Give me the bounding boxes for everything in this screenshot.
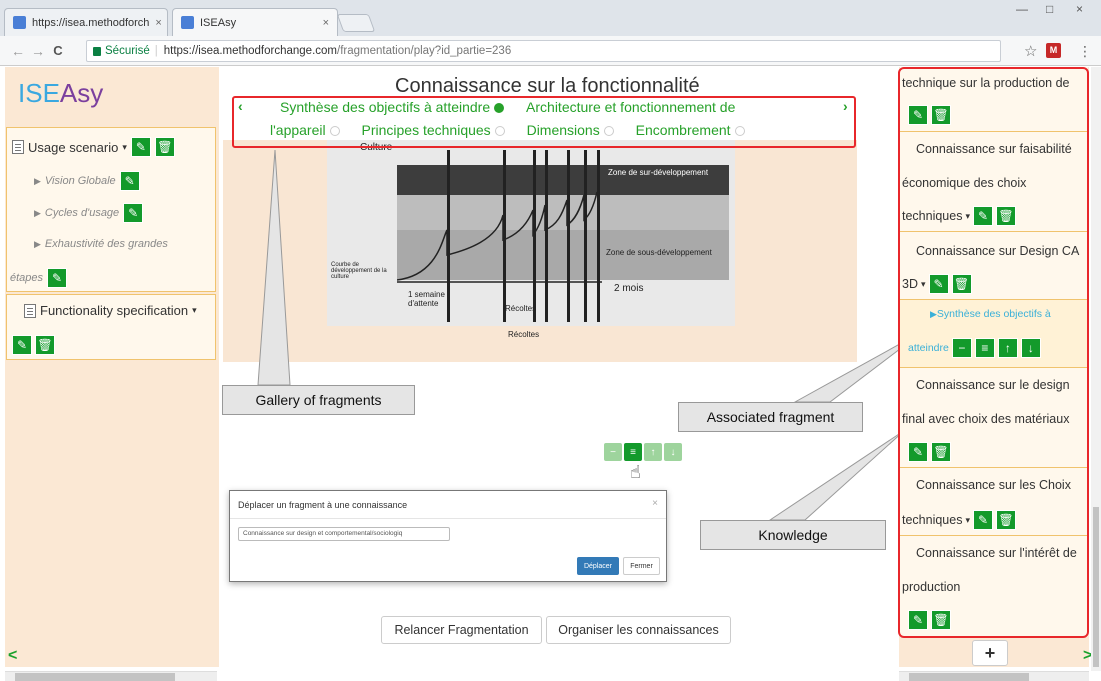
close-button[interactable]: Fermer xyxy=(623,557,660,575)
knowledge-highlight-box xyxy=(898,67,1089,638)
callout-associated-fragment: Associated fragment xyxy=(678,402,863,432)
gallery-next-icon[interactable]: › xyxy=(843,98,848,114)
tab-label: https://isea.methodforch xyxy=(32,16,150,29)
address-bar: ← → C Sécurisé | https://isea.methodforc… xyxy=(0,36,1101,66)
fragment-toolbar: − ≡ ↑ ↓ xyxy=(604,443,682,461)
photo-label-months: 2 mois xyxy=(614,283,644,294)
page-title: Connaissance sur la fonctionnalité xyxy=(395,75,700,97)
dialog-close-icon[interactable]: × xyxy=(652,498,658,509)
triangle-right-icon: ▶ xyxy=(34,238,41,249)
functionality-actions: ✎ 🗑 xyxy=(12,335,55,355)
app-logo: ISEAsy xyxy=(18,78,104,108)
edit-icon[interactable]: ✎ xyxy=(12,335,32,355)
gallery-dot[interactable] xyxy=(603,126,614,137)
gallery-dot[interactable] xyxy=(494,126,505,137)
right-horizontal-scrollbar[interactable] xyxy=(899,671,1089,681)
gallery-item[interactable]: Dimensions xyxy=(527,122,600,138)
maximize-icon[interactable]: □ xyxy=(1046,2,1053,16)
photo-label-zone-over: Zone de sur-développement xyxy=(608,168,709,177)
edit-icon[interactable]: ✎ xyxy=(123,203,144,223)
edit-icon[interactable]: ✎ xyxy=(119,171,140,191)
gallery-line-1: Synthèse des objectifs à atteindre Archi… xyxy=(280,99,735,115)
lock-icon xyxy=(93,46,101,56)
favicon-icon xyxy=(181,16,194,29)
new-tab-button[interactable] xyxy=(336,14,376,32)
gallery-item[interactable]: Principes techniques xyxy=(362,122,491,138)
tab-close-icon[interactable]: × xyxy=(155,17,161,29)
gallery-line-2: l'appareil Principes techniques Dimensio… xyxy=(270,122,749,138)
favicon-icon xyxy=(13,16,26,29)
hand-cursor-icon: ☝ xyxy=(630,462,641,482)
tab-label: ISEAsy xyxy=(200,16,237,29)
sub-item-cycles-usage[interactable]: ▶ Cycles d'usage ✎ xyxy=(34,203,144,223)
edit-icon[interactable]: ✎ xyxy=(47,268,68,288)
close-window-icon[interactable]: × xyxy=(1076,2,1083,16)
browser-menu-icon[interactable]: ⋮ xyxy=(1078,43,1092,60)
sub-item-etapes[interactable]: étapes ✎ xyxy=(10,268,68,288)
gallery-item[interactable]: l'appareil xyxy=(270,122,326,138)
move-fragment-dialog: Déplacer un fragment à une connaissance … xyxy=(229,490,667,582)
delete-icon[interactable]: 🗑 xyxy=(35,335,55,355)
tab-iseasy[interactable]: ISEAsy × xyxy=(172,8,338,36)
reload-icon[interactable]: C xyxy=(48,43,68,58)
gallery-dot-active[interactable] xyxy=(494,103,505,114)
caret-down-icon[interactable]: ▾ xyxy=(192,305,197,316)
bookmark-star-icon[interactable]: ☆ xyxy=(1024,42,1037,60)
growth-curve xyxy=(397,191,602,283)
extension-icon[interactable]: M xyxy=(1046,43,1061,58)
usage-scenario-row[interactable]: Usage scenario ▾ ✎ 🗑 xyxy=(12,137,175,157)
tab-isea-url[interactable]: https://isea.methodforch × xyxy=(4,8,168,36)
triangle-right-icon: ▶ xyxy=(34,207,41,218)
delete-icon[interactable]: 🗑 xyxy=(154,137,175,157)
knowledge-select[interactable]: Connaissance sur design et comportementa… xyxy=(238,527,450,541)
triangle-right-icon: ▶ xyxy=(34,175,41,186)
gallery-item[interactable]: Synthèse des objectifs à atteindre xyxy=(280,99,490,115)
sub-item-exhaustivite[interactable]: ▶ Exhaustivité des grandes xyxy=(34,238,168,250)
add-knowledge-button[interactable]: + xyxy=(972,640,1008,666)
callout-knowledge: Knowledge xyxy=(700,520,886,550)
callout-gallery: Gallery of fragments xyxy=(222,385,415,415)
photo-label-recoltes: Récoltes xyxy=(505,304,537,313)
gallery-dot[interactable] xyxy=(734,126,745,137)
gallery-item[interactable]: Encombrement xyxy=(636,122,731,138)
gallery-item[interactable]: Architecture et fonctionnement de xyxy=(526,99,735,115)
url-path: /fragmentation/play?id_partie=236 xyxy=(337,45,512,57)
usage-scenario-label: Usage scenario xyxy=(28,139,119,155)
gallery-dot[interactable] xyxy=(329,126,340,137)
arrow-down-icon[interactable]: ↓ xyxy=(664,443,682,461)
secure-label: Sécurisé xyxy=(105,45,150,57)
url-origin: https://isea.methodforchange.com xyxy=(163,45,337,57)
move-button[interactable]: Déplacer xyxy=(577,557,619,575)
gallery-prev-icon[interactable]: ‹ xyxy=(238,98,243,114)
scroll-left-icon[interactable]: < xyxy=(8,647,17,665)
caret-down-icon[interactable]: ▾ xyxy=(122,142,127,153)
document-icon xyxy=(12,140,24,154)
vertical-scrollbar[interactable] xyxy=(1091,67,1101,671)
functionality-row[interactable]: Functionality specification ▾ xyxy=(24,303,197,318)
photo-label-week: 1 semaine d'attente xyxy=(408,290,445,308)
functionality-label: Functionality specification xyxy=(40,303,189,318)
minimize-icon[interactable]: — xyxy=(1016,2,1028,16)
document-icon xyxy=(24,303,36,318)
browser-tab-bar: https://isea.methodforch × ISEAsy × — □ … xyxy=(0,0,1101,36)
back-icon[interactable]: ← xyxy=(8,43,28,59)
tab-close-icon[interactable]: × xyxy=(323,17,329,29)
minus-icon[interactable]: − xyxy=(604,443,622,461)
url-field[interactable]: Sécurisé | https://isea.methodforchange.… xyxy=(86,40,1001,62)
left-horizontal-scrollbar[interactable] xyxy=(5,671,217,681)
list-icon[interactable]: ≡ xyxy=(624,443,642,461)
edit-icon[interactable]: ✎ xyxy=(130,137,151,157)
relaunch-fragmentation-button[interactable]: Relancer Fragmentation xyxy=(381,616,542,644)
dialog-title: Déplacer un fragment à une connaissance xyxy=(238,500,408,510)
organize-knowledge-button[interactable]: Organiser les connaissances xyxy=(546,616,731,644)
photo-label-courbe: Courbe de développement de la culture xyxy=(331,262,387,280)
sub-item-vision-globale[interactable]: ▶ Vision Globale ✎ xyxy=(34,171,140,191)
arrow-up-icon[interactable]: ↑ xyxy=(644,443,662,461)
photo-label-zone-under: Zone de sous-développement xyxy=(606,248,712,257)
forward-icon[interactable]: → xyxy=(28,43,48,59)
